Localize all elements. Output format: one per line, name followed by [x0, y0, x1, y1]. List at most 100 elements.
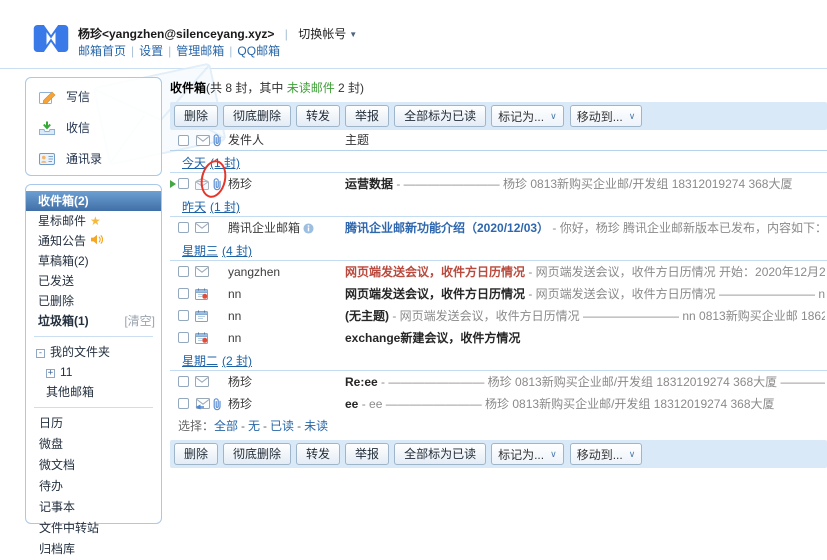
sidebar-tree-item[interactable]: 其他邮箱	[26, 382, 161, 402]
mail-row[interactable]: nn(无主题) - 网页端发送会议，收件方日历情况 ———————— nn 08…	[170, 305, 827, 327]
mail-subject[interactable]: 网页端发送会议，收件方日历情况 - 网页端发送会议，收件方日历情况 ——————…	[345, 283, 825, 305]
mail-row[interactable]: nn网页端发送会议，收件方日历情况 - 网页端发送会议，收件方日历情况 ————…	[170, 283, 827, 305]
mail-sender[interactable]: 杨珍	[228, 393, 342, 415]
paperclip-icon	[213, 136, 222, 150]
mail-subject[interactable]: (无主题) - 网页端发送会议，收件方日历情况 ———————— nn 0813…	[345, 305, 825, 327]
sidebar-folders-box: 收件箱(2)星标邮件★通知公告草稿箱(2)已发送已删除垃圾箱(1)[清空] -我的…	[25, 184, 162, 524]
sidebar-action-compose[interactable]: 写信	[26, 81, 161, 112]
expand-icon[interactable]: +	[46, 369, 55, 378]
subject-title: (无主题)	[345, 309, 389, 323]
mail-checkbox[interactable]	[178, 398, 189, 409]
sidebar-folder[interactable]: 已发送	[26, 271, 161, 291]
group-header[interactable]: 星期二(2 封)	[170, 354, 827, 371]
sidebar-app-item[interactable]: 微文档	[26, 455, 161, 476]
envelope-read-icon	[195, 178, 209, 193]
sidebar-app-item[interactable]: 微盘	[26, 434, 161, 455]
mail-row[interactable]: 杨珍Re:ee - ———————— 杨珍 0813新购买企业邮/开发组 183…	[170, 371, 827, 393]
sidebar-folder[interactable]: 已删除	[26, 291, 161, 311]
unread-count-label: 未读邮件	[287, 81, 335, 95]
mail-checkbox[interactable]	[178, 222, 189, 233]
sidebar-app-item[interactable]: 归档库	[26, 539, 161, 560]
divider: -	[241, 419, 245, 433]
select-option-link[interactable]: 未读	[304, 419, 328, 433]
sidebar-folder[interactable]: 草稿箱(2)	[26, 251, 161, 271]
mail-row[interactable]: 杨珍运营数据 - ———————— 杨珍 0813新购买企业邮/开发组 1831…	[170, 173, 827, 195]
group-header[interactable]: 星期三(4 封)	[170, 244, 827, 261]
toolbar-button[interactable]: 举报	[345, 105, 389, 127]
sidebar-app-item[interactable]: 待办	[26, 476, 161, 497]
select-option-link[interactable]: 已读	[270, 419, 294, 433]
header-nav-link[interactable]: 邮箱首页	[78, 44, 126, 58]
mail-subject[interactable]: 网页端发送会议，收件方日历情况 - 网页端发送会议，收件方日历情况 开始：202…	[345, 261, 825, 283]
tree-label: 我的文件夹	[50, 345, 110, 359]
toolbar-dropdown[interactable]: 移动到...∨	[570, 443, 643, 465]
group-header[interactable]: 今天(1 封)	[170, 156, 827, 173]
sidebar-app-item[interactable]: 记事本	[26, 497, 161, 518]
chevron-down-icon: ∨	[550, 449, 557, 460]
group-label: 昨天	[182, 200, 206, 214]
envelope-icon	[195, 222, 209, 236]
mail-sender[interactable]: 腾讯企业邮箱	[228, 217, 342, 241]
toolbar-dropdown[interactable]: 标记为...∨	[491, 105, 564, 127]
mail-row[interactable]: yangzhen网页端发送会议，收件方日历情况 - 网页端发送会议，收件方日历情…	[170, 261, 827, 283]
toolbar-button[interactable]: 转发	[296, 443, 340, 465]
subject-title: 运营数据	[345, 177, 393, 191]
toolbar-dropdown[interactable]: 移动到...∨	[570, 105, 643, 127]
mail-checkbox[interactable]	[178, 376, 189, 387]
toolbar-button[interactable]: 彻底删除	[223, 105, 291, 127]
mail-sender[interactable]: nn	[228, 327, 342, 349]
toolbar-button[interactable]: 删除	[174, 105, 218, 127]
subject-title: 网页端发送会议，收件方日历情况	[345, 265, 525, 279]
header-nav-link[interactable]: 设置	[139, 44, 163, 58]
header-nav-link[interactable]: 管理邮箱	[176, 44, 224, 58]
mail-row[interactable]: nnexchange新建会议，收件方情况	[170, 327, 827, 349]
mail-checkbox[interactable]	[178, 266, 189, 277]
collapse-icon[interactable]: -	[36, 349, 45, 358]
toolbar-button[interactable]: 全部标为已读	[394, 443, 486, 465]
toolbar-button[interactable]: 全部标为已读	[394, 105, 486, 127]
toolbar-button[interactable]: 举报	[345, 443, 389, 465]
sidebar-folder[interactable]: 垃圾箱(1)[清空]	[26, 311, 161, 331]
mail-subject[interactable]: 腾讯企业邮新功能介绍（2020/12/03） - 你好，杨珍 腾讯企业邮新版本已…	[345, 217, 825, 239]
sidebar-action-receive[interactable]: 收信	[26, 112, 161, 143]
mail-subject[interactable]: exchange新建会议，收件方情况	[345, 327, 825, 349]
toolbar-dropdown[interactable]: 标记为...∨	[491, 443, 564, 465]
mail-sender[interactable]: nn	[228, 305, 342, 327]
sidebar-app-item[interactable]: 文件中转站	[26, 518, 161, 539]
mail-checkbox[interactable]	[178, 288, 189, 299]
mail-row[interactable]: 杨珍ee - ee ———————— 杨珍 0813新购买企业邮/开发组 183…	[170, 393, 827, 415]
mail-checkbox[interactable]	[178, 310, 189, 321]
switch-account-button[interactable]: 切换帐号	[298, 27, 346, 41]
mail-subject[interactable]: ee - ee ———————— 杨珍 0813新购买企业邮/开发组 18312…	[345, 393, 825, 415]
mail-checkbox[interactable]	[178, 332, 189, 343]
mail-sender[interactable]: 杨珍	[228, 173, 342, 195]
toolbar-button[interactable]: 删除	[174, 443, 218, 465]
divider	[34, 336, 153, 337]
mail-sender[interactable]: 杨珍	[228, 371, 342, 393]
sidebar-folder[interactable]: 星标邮件★	[26, 211, 161, 231]
group-header[interactable]: 昨天(1 封)	[170, 200, 827, 217]
paperclip-icon	[213, 398, 222, 414]
toolbar-button[interactable]: 转发	[296, 105, 340, 127]
mail-checkbox[interactable]	[178, 178, 189, 189]
sidebar-app-item[interactable]: 日历	[26, 413, 161, 434]
exmail-logo[interactable]	[33, 23, 69, 54]
select-option-link[interactable]: 无	[248, 419, 260, 433]
sidebar-tree-item[interactable]: +11	[26, 362, 161, 382]
mail-subject[interactable]: 运营数据 - ———————— 杨珍 0813新购买企业邮/开发组 183120…	[345, 173, 825, 195]
header-nav-link[interactable]: QQ邮箱	[237, 44, 280, 58]
mail-subject[interactable]: Re:ee - ———————— 杨珍 0813新购买企业邮/开发组 18312…	[345, 371, 825, 393]
sidebar-folder[interactable]: 通知公告	[26, 231, 161, 251]
select-option-link[interactable]: 全部	[214, 419, 238, 433]
subject-title: exchange新建会议，收件方情况	[345, 331, 520, 345]
toolbar-button[interactable]: 彻底删除	[223, 443, 291, 465]
mail-row[interactable]: 腾讯企业邮箱腾讯企业邮新功能介绍（2020/12/03） - 你好，杨珍 腾讯企…	[170, 217, 827, 239]
mail-sender[interactable]: nn	[228, 283, 342, 305]
mail-sender[interactable]: yangzhen	[228, 261, 342, 283]
column-sender: 发件人	[228, 130, 264, 151]
select-all-checkbox[interactable]	[178, 135, 189, 146]
empty-trash-button[interactable]: [清空]	[124, 311, 155, 331]
sidebar-action-contacts[interactable]: 通讯录	[26, 143, 161, 174]
sidebar-tree-item[interactable]: -我的文件夹	[26, 342, 161, 362]
sidebar-folder[interactable]: 收件箱(2)	[26, 191, 161, 211]
